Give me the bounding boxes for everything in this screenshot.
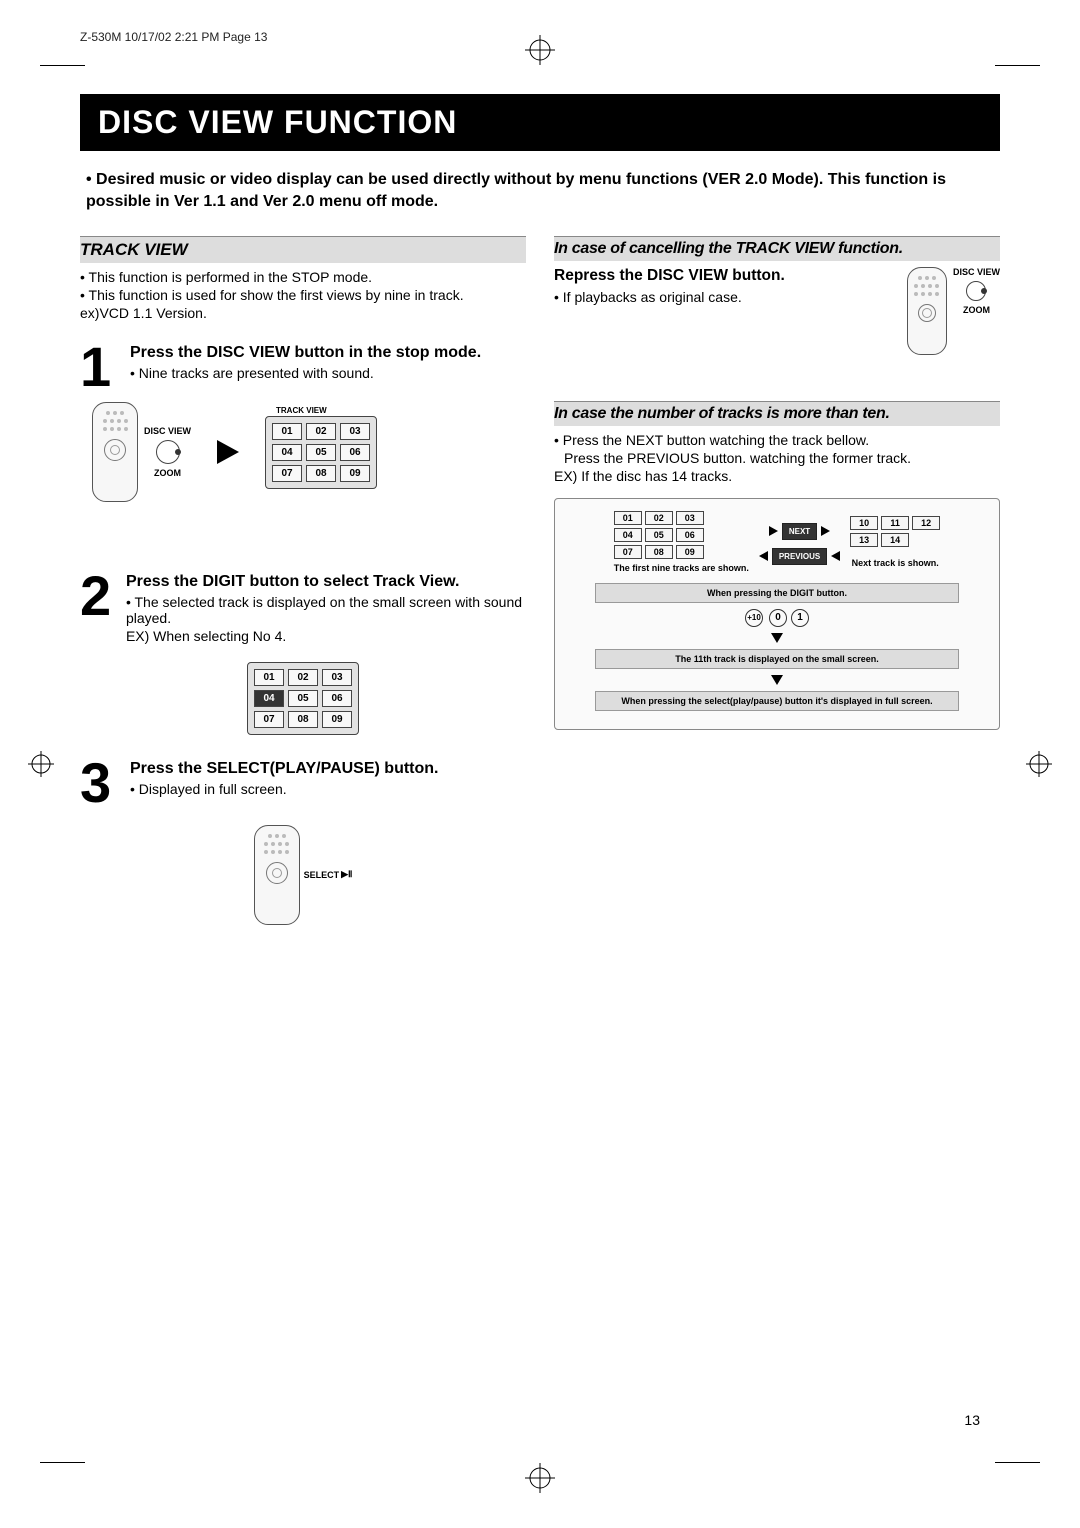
heading-cancel: In case of cancelling the TRACK VIEW fun…: [554, 236, 1000, 261]
mini-cell: 10: [850, 516, 878, 530]
track-cell: 05: [306, 444, 336, 461]
page-title: DISC VIEW FUNCTION: [80, 94, 1000, 151]
bar-select: When pressing the select(play/pause) but…: [595, 691, 960, 711]
digit-button-0: 0: [769, 609, 787, 627]
heading-track-view: TRACK VIEW: [80, 236, 526, 263]
button-circle-icon: [966, 281, 986, 301]
step2-title: Press the DIGIT button to select Track V…: [126, 572, 526, 592]
track-cell: 01: [254, 669, 284, 686]
remote-illustration: [254, 825, 300, 925]
digit-button-1: 1: [791, 609, 809, 627]
multi-track-diagram: 01 02 03 04 05 06 07 08 09 The first nin…: [554, 498, 1000, 730]
arrow-left-icon: [759, 551, 768, 561]
mini-cell: 08: [645, 545, 673, 559]
bullet: • This function is performed in the STOP…: [80, 269, 526, 285]
remote-label-discview: DISC VIEW: [144, 426, 191, 436]
mini-cell: 05: [645, 528, 673, 542]
track-cell: 06: [340, 444, 370, 461]
crop-mark-icon: [995, 65, 1040, 66]
mini-cell: 06: [676, 528, 704, 542]
play-pause-icon: ▶Ⅱ: [341, 869, 352, 880]
remote-label-discview: DISC VIEW: [953, 267, 1000, 277]
bullet: Press the PREVIOUS button. watching the …: [564, 450, 1000, 466]
track-cell: 08: [306, 465, 336, 482]
mini-cell: 02: [645, 511, 673, 525]
arrow-down-icon: [771, 675, 783, 685]
track-cell: 07: [254, 711, 284, 728]
bullet: • This function is used for show the fir…: [80, 287, 526, 303]
track-cell: 09: [322, 711, 352, 728]
bullet: EX) If the disc has 14 tracks.: [554, 468, 1000, 484]
track-cell: 06: [322, 690, 352, 707]
crop-mark-icon: [1026, 751, 1052, 777]
mini-cell: 01: [614, 511, 642, 525]
track-cell: 03: [322, 669, 352, 686]
intro-text: • Desired music or video display can be …: [86, 169, 994, 214]
track-cell: 09: [340, 465, 370, 482]
remote-illustration: [92, 402, 138, 502]
crop-mark-icon: [995, 1462, 1040, 1463]
arrow-right-icon: [217, 440, 239, 464]
track-grid-box: TRACK VIEW 01 02 03 04 05 06 07 08 09: [265, 416, 377, 489]
track-cell: 01: [272, 423, 302, 440]
heading-more-than-ten: In case the number of tracks is more tha…: [554, 401, 1000, 426]
step3-title: Press the SELECT(PLAY/PAUSE) button.: [130, 759, 438, 779]
crop-mark-icon: [525, 35, 555, 65]
step1-sub: • Nine tracks are presented with sound.: [130, 365, 481, 381]
mini-cell: 14: [881, 533, 909, 547]
mini-cell: 13: [850, 533, 878, 547]
caption-next-shown: Next track is shown.: [850, 558, 940, 568]
page-number: 13: [964, 1412, 980, 1428]
step2-sub: • The selected track is displayed on the…: [126, 594, 526, 626]
track-cell: 05: [288, 690, 318, 707]
bar-digit: When pressing the DIGIT button.: [595, 583, 960, 603]
step-number-2: 2: [80, 572, 116, 644]
track-grid-label: TRACK VIEW: [274, 405, 329, 416]
mini-cell: 12: [912, 516, 940, 530]
caption-first-nine: The first nine tracks are shown.: [614, 563, 749, 573]
previous-tag: PREVIOUS: [772, 548, 827, 565]
arrow-left-icon: [831, 551, 840, 561]
bullet: ex)VCD 1.1 Version.: [80, 305, 526, 321]
remote-illustration: [907, 267, 947, 355]
step1-title: Press the DISC VIEW button in the stop m…: [130, 343, 481, 363]
arrow-right-icon: [821, 526, 830, 536]
crop-mark-icon: [40, 65, 85, 66]
next-tag: NEXT: [782, 523, 817, 540]
arrow-right-icon: [769, 526, 778, 536]
plus10-label: +10: [745, 609, 763, 627]
track-cell-selected: 04: [254, 690, 284, 707]
track-cell: 08: [288, 711, 318, 728]
arrow-down-icon: [771, 633, 783, 643]
track-cell: 07: [272, 465, 302, 482]
mini-cell: 03: [676, 511, 704, 525]
track-grid-box-selected: 01 02 03 04 05 06 07 08 09: [247, 662, 359, 735]
bar-11th: The 11th track is displayed on the small…: [595, 649, 960, 669]
track-cell: 02: [288, 669, 318, 686]
remote-label-zoom: ZOOM: [963, 305, 990, 315]
track-cell: 02: [306, 423, 336, 440]
crop-mark-icon: [525, 1463, 555, 1493]
mini-cell: 09: [676, 545, 704, 559]
track-cell: 04: [272, 444, 302, 461]
crop-mark-icon: [28, 751, 54, 777]
crop-mark-icon: [40, 1462, 85, 1463]
step-number-1: 1: [80, 343, 120, 391]
remote-label-select: SELECT▶Ⅱ: [304, 869, 353, 880]
mini-cell: 07: [614, 545, 642, 559]
button-circle-icon: [156, 440, 180, 464]
remote-label-zoom: ZOOM: [154, 468, 181, 478]
step3-sub: • Displayed in full screen.: [130, 781, 438, 797]
step2-ex: EX) When selecting No 4.: [126, 628, 526, 644]
track-cell: 03: [340, 423, 370, 440]
mini-cell: 11: [881, 516, 909, 530]
bullet: • Press the NEXT button watching the tra…: [554, 432, 1000, 448]
mini-cell: 04: [614, 528, 642, 542]
step-number-3: 3: [80, 759, 120, 807]
